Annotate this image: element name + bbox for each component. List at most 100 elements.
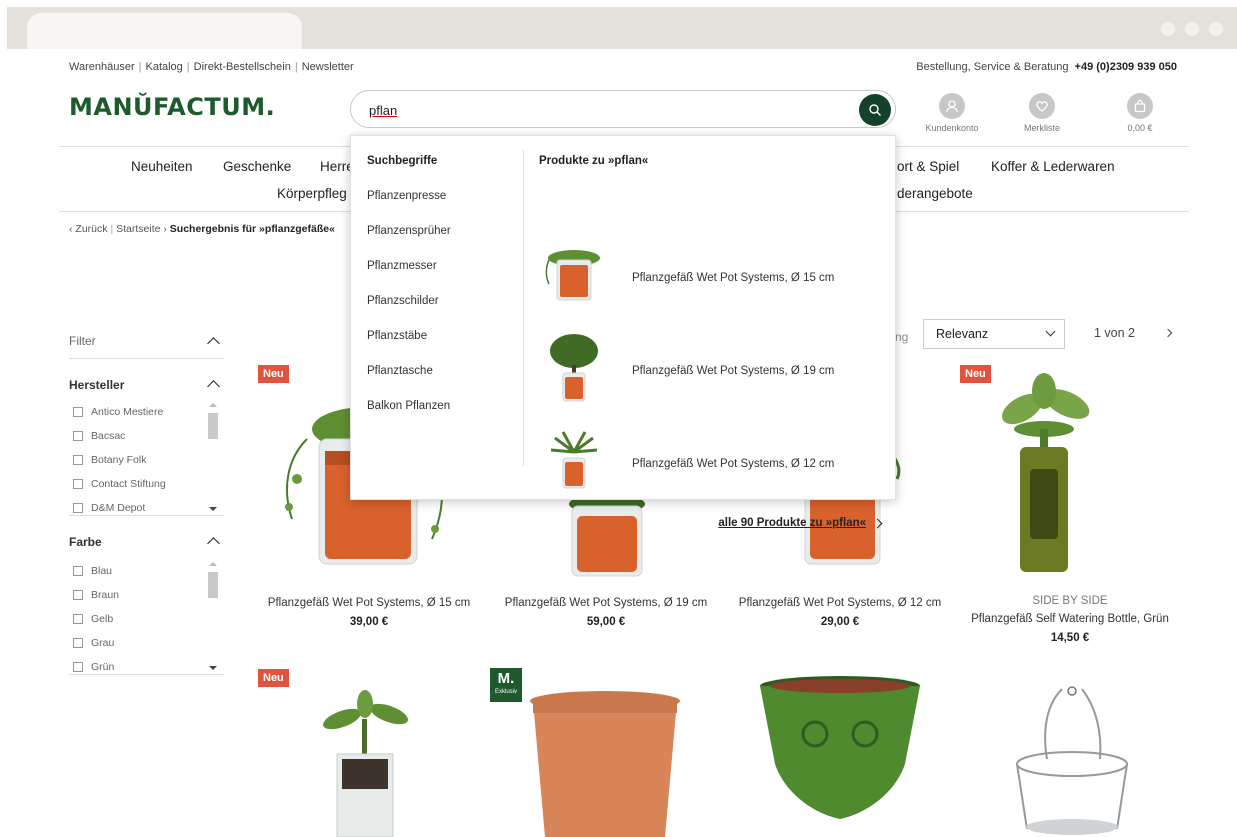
nav-koerperpflege[interactable]: Körperpfleg [277,186,347,201]
badge-new: Neu [258,669,289,687]
product-thumbnail [545,250,600,301]
product-image[interactable] [547,494,667,579]
product-name[interactable]: Pflanzgefäß Wet Pot Systems, Ø 19 cm [495,597,717,609]
product-image[interactable] [755,674,925,837]
browser-tab[interactable] [27,13,302,49]
nav-herren[interactable]: Herre [320,159,354,174]
suggestion-term[interactable]: Pflanzensprüher [367,225,451,237]
divider [523,150,524,466]
checkbox[interactable] [73,662,83,672]
checkbox[interactable] [73,431,83,441]
product-price: 39,00 € [349,616,389,628]
suggestion-product[interactable]: Pflanzgefäß Wet Pot Systems, Ø 12 cm [537,431,877,498]
product-price: 14,50 € [1050,632,1090,644]
filter-header[interactable]: Filter [69,334,224,359]
filter-option[interactable]: Bacsac [73,430,125,442]
heart-icon [1029,93,1055,119]
window-dot[interactable] [1185,22,1199,36]
product-image[interactable] [982,369,1102,579]
filter-option[interactable]: Contact Stiftung [73,478,166,490]
product-name[interactable]: Pflanzgefäß Wet Pot Systems, Ø 15 cm [258,597,480,609]
link-katalog[interactable]: Katalog [145,61,182,73]
suggestion-product[interactable]: Pflanzgefäß Wet Pot Systems, Ø 19 cm [537,334,877,405]
link-warenhaeuser[interactable]: Warenhäuser [69,61,135,73]
breadcrumb-home[interactable]: Startseite [116,223,160,235]
suggestion-term[interactable]: Balkon Pflanzen [367,400,450,412]
scrollbar[interactable] [208,560,218,672]
filter-option[interactable]: Gelb [73,613,113,625]
nav-koffer-lederwaren[interactable]: Koffer & Lederwaren [991,159,1115,174]
wishlist-label: Merkliste [1023,123,1060,133]
service-label: Bestellung, Service & Beratung [916,61,1069,73]
link-newsletter[interactable]: Newsletter [302,61,354,73]
filter-option[interactable]: Antico Mestiere [73,406,163,418]
nav-neuheiten[interactable]: Neuheiten [131,159,193,174]
suggestion-term[interactable]: Pflanztasche [367,365,433,377]
wishlist-button[interactable]: Merkliste [1007,93,1077,133]
checkbox[interactable] [73,503,83,513]
terms-title: Suchbegriffe [367,155,438,167]
all-products-link[interactable]: alle 90 Produkte zu »pflan« [718,517,883,529]
filter-option[interactable]: Braun [73,589,119,601]
suggestion-term[interactable]: Pflanzstäbe [367,330,427,342]
chevron-right-icon[interactable] [1163,328,1173,338]
checkbox[interactable] [73,590,83,600]
suggestion-term[interactable]: Pflanzenpresse [367,190,446,202]
filter-list-farbe: Blau Braun Gelb Grau Grün [69,560,224,675]
suggestion-product-name: Pflanzgefäß Wet Pot Systems, Ø 19 cm [632,365,835,377]
search-icon [869,104,881,116]
nav-sonderangebote[interactable]: derangebote [897,186,973,201]
suggestion-term[interactable]: Pflanzschilder [367,295,439,307]
filter-option[interactable]: Blau [73,565,112,577]
chevron-up-icon[interactable] [207,537,220,550]
product-image[interactable] [307,689,427,837]
product-image[interactable] [525,689,685,837]
suggestion-product[interactable]: Pflanzgefäß Wet Pot Systems, Ø 15 cm [537,248,877,312]
scrollbar[interactable] [208,401,218,513]
checkbox[interactable] [73,407,83,417]
product-thumbnail [550,334,598,402]
search-bar [350,90,896,128]
product-name[interactable]: Pflanzgefäß Wet Pot Systems, Ø 12 cm [729,597,951,609]
filter-section-title[interactable]: Hersteller [69,378,124,392]
nav-sport-spiel[interactable]: ort & Spiel [897,159,959,174]
filter-option[interactable]: D&M Depot [73,502,145,514]
checkbox[interactable] [73,479,83,489]
filter-option[interactable]: Botany Folk [73,454,146,466]
window-dot[interactable] [1209,22,1223,36]
chevron-up-icon[interactable] [207,380,220,393]
window-controls [1161,22,1223,36]
product-image[interactable] [992,679,1132,837]
nav-geschenke[interactable]: Geschenke [223,159,291,174]
checkbox[interactable] [73,638,83,648]
bag-icon [1127,93,1153,119]
product-brand: SIDE BY SIDE [1032,595,1108,607]
chevron-right-icon [872,518,883,528]
window-dot[interactable] [1161,22,1175,36]
account-button[interactable]: Kundenkonto [917,93,987,133]
search-input[interactable] [369,100,849,120]
filter-option[interactable]: Grau [73,637,114,649]
browser-chrome [7,7,1237,49]
checkbox[interactable] [73,614,83,624]
cart-total: 0,00 € [1127,123,1153,133]
suggestion-term[interactable]: Pflanzmesser [367,260,437,272]
cart-button[interactable]: 0,00 € [1105,93,1175,133]
checkbox[interactable] [73,455,83,465]
product-name[interactable]: Pflanzgefäß Self Watering Bottle, Grün [950,613,1190,625]
logo[interactable]: MANŬFACTUM. [69,93,275,121]
sort-label: ng [895,330,909,344]
product-price: 59,00 € [586,616,626,628]
filter-list-hersteller: Antico Mestiere Bacsac Botany Folk Conta… [69,401,224,516]
filter-section-title[interactable]: Farbe [69,535,102,549]
link-direkt-bestellschein[interactable]: Direkt-Bestellschein [194,61,291,73]
products-title: Produkte zu »pflan« [539,155,649,167]
badge-exklusiv: M. Exklusiv [490,668,522,702]
checkbox[interactable] [73,566,83,576]
filter-option[interactable]: Grün [73,661,114,673]
service-phone[interactable]: +49 (0)2309 939 050 [1075,61,1177,73]
sort-select[interactable]: Relevanz [923,319,1065,349]
breadcrumb-current: Suchergebnis für »pflanzgefäße« [169,223,335,235]
search-button[interactable] [859,94,891,126]
back-link[interactable]: ‹ Zurück [69,223,108,235]
